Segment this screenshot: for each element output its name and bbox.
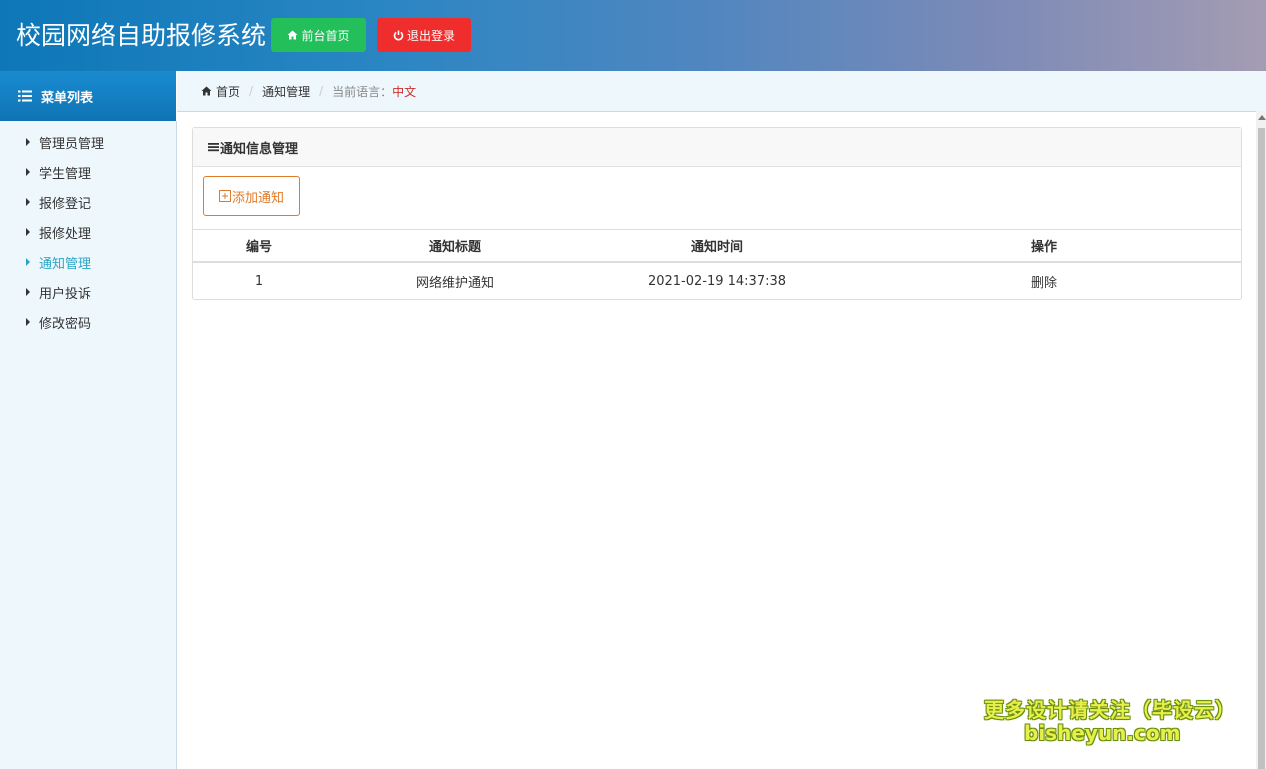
list-icon <box>208 143 219 152</box>
sidebar-item-label: 管理员管理 <box>39 136 105 152</box>
column-header-action: 操作 <box>1030 240 1057 255</box>
list-icon <box>18 90 32 102</box>
scrollbar-thumb[interactable] <box>1258 128 1265 769</box>
frontend-home-button[interactable]: 前台首页 <box>271 18 366 52</box>
power-icon <box>393 30 404 40</box>
notice-id: 1 <box>254 273 264 289</box>
app-title: 校园网络自助报修系统 <box>16 21 267 50</box>
sidebar-item-label: 报修处理 <box>39 226 92 242</box>
home-icon <box>287 30 298 40</box>
sidebar-heading-label: 菜单列表 <box>41 90 94 106</box>
scroll-up-arrow-icon[interactable] <box>1258 115 1266 120</box>
panel-title: 通知信息管理 <box>220 141 299 157</box>
sidebar-item-repair-handling[interactable]: 报修处理 <box>0 217 176 247</box>
caret-right-icon <box>26 198 30 206</box>
add-notice-button[interactable]: 添加通知 <box>203 176 300 216</box>
sidebar-item-label: 学生管理 <box>39 166 92 182</box>
watermark-line2: bisheyun.com <box>1024 721 1181 745</box>
sidebar-item-label: 用户投诉 <box>39 286 92 302</box>
breadcrumb-home[interactable]: 首页 <box>216 83 240 100</box>
notice-panel: 通知信息管理 添加通知 编号 通知标题 通知时间 操作 1 网络维护通知 202… <box>192 127 1242 300</box>
column-header-id: 编号 <box>245 240 272 255</box>
sidebar-item-admin[interactable]: 管理员管理 <box>0 127 176 157</box>
caret-right-icon <box>26 168 30 176</box>
table-row: 1 网络维护通知 2021-02-19 14:37:38 删除 <box>193 263 1241 299</box>
sidebar-item-complaints[interactable]: 用户投诉 <box>0 277 176 307</box>
home-icon <box>201 86 212 96</box>
notice-time: 2021-02-19 14:37:38 <box>647 273 787 289</box>
caret-right-icon <box>26 138 30 146</box>
logout-label: 退出登录 <box>406 28 455 43</box>
top-header: 校园网络自助报修系统 前台首页 退出登录 <box>0 0 1266 71</box>
sidebar-item-notices[interactable]: 通知管理 <box>0 247 176 277</box>
sidebar-item-label: 修改密码 <box>39 316 92 332</box>
breadcrumb: 首页 / 通知管理 / 当前语言： 中文 <box>177 71 1266 112</box>
plus-square-icon <box>218 190 231 202</box>
notice-title: 网络维护通知 <box>415 275 494 291</box>
table-header: 编号 通知标题 通知时间 操作 <box>193 229 1241 263</box>
language-value: 中文 <box>392 84 417 99</box>
sidebar-item-repair-register[interactable]: 报修登记 <box>0 187 176 217</box>
breadcrumb-separator: / <box>319 84 324 98</box>
caret-right-icon <box>26 228 30 236</box>
language-label: 当前语言： <box>332 84 393 99</box>
caret-right-icon <box>26 258 30 266</box>
delete-link[interactable]: 删除 <box>994 263 1094 299</box>
sidebar-item-students[interactable]: 学生管理 <box>0 157 176 187</box>
caret-right-icon <box>26 288 30 296</box>
caret-right-icon <box>26 318 30 326</box>
sidebar: 管理员管理 学生管理 报修登记 报修处理 通知管理 用户投诉 修改密码 <box>0 121 177 769</box>
sidebar-item-change-password[interactable]: 修改密码 <box>0 307 176 337</box>
breadcrumb-separator: / <box>249 84 254 98</box>
sidebar-item-label: 报修登记 <box>39 196 92 212</box>
panel-header: 通知信息管理 <box>193 128 1241 167</box>
logout-button[interactable]: 退出登录 <box>377 18 471 52</box>
breadcrumb-current[interactable]: 通知管理 <box>262 83 310 100</box>
watermark-line1: 更多设计请关注（毕设云） <box>984 698 1236 722</box>
add-notice-label: 添加通知 <box>231 190 284 206</box>
sidebar-heading: 菜单列表 <box>0 71 176 121</box>
column-header-time: 通知时间 <box>690 240 743 255</box>
column-header-title: 通知标题 <box>428 240 481 255</box>
frontend-home-label: 前台首页 <box>301 28 350 43</box>
sidebar-item-label: 通知管理 <box>39 256 92 272</box>
